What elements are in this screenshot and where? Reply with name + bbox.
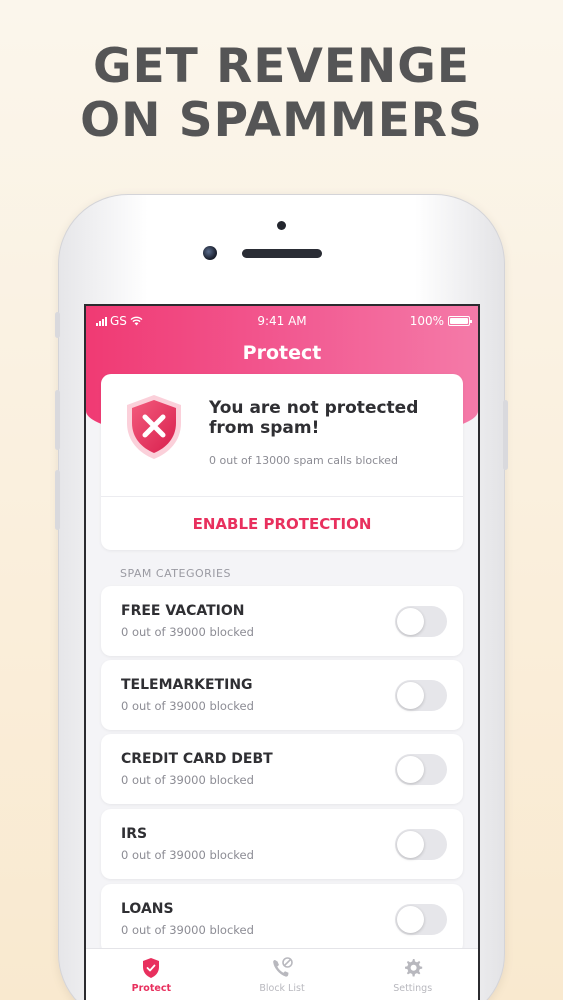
- blocked-phone-icon: [273, 957, 293, 977]
- category-subtitle: 0 out of 39000 blocked: [121, 773, 254, 787]
- phone-volume-down: [55, 470, 60, 530]
- tab-label: Block List: [259, 983, 305, 994]
- headline-line-2: ON SPAMMERS: [80, 93, 483, 148]
- battery-icon: [448, 316, 472, 326]
- tab-block-list[interactable]: Block List: [217, 949, 348, 1000]
- screen-title: Protect: [242, 342, 322, 364]
- headline-line-1: GET REVENGE: [93, 39, 470, 94]
- category-subtitle: 0 out of 39000 blocked: [121, 848, 254, 862]
- protection-status-title: You are not protected from spam!: [209, 398, 419, 438]
- shield-icon: [143, 958, 160, 978]
- status-right: 100%: [409, 314, 472, 328]
- protection-status-card: You are not protected from spam! 0 out o…: [101, 374, 463, 550]
- toggle-knob: [397, 906, 424, 933]
- category-subtitle: 0 out of 39000 blocked: [121, 625, 254, 639]
- category-card-telemarketing: TELEMARKETING 0 out of 39000 blocked: [101, 660, 463, 730]
- phone-sensor: [277, 221, 286, 230]
- status-bar: GS 9:41 AM 100%: [86, 314, 478, 330]
- enable-protection-button[interactable]: ENABLE PROTECTION: [101, 497, 463, 550]
- tab-label: Protect: [131, 983, 171, 994]
- category-title: LOANS: [121, 901, 174, 917]
- phone-power-button: [503, 400, 508, 470]
- category-toggle-free-vacation[interactable]: [395, 606, 447, 637]
- category-toggle-telemarketing[interactable]: [395, 680, 447, 711]
- phone-camera: [203, 246, 217, 260]
- category-toggle-loans[interactable]: [395, 904, 447, 935]
- protection-status-subtitle: 0 out of 13000 spam calls blocked: [209, 454, 398, 467]
- tab-settings[interactable]: Settings: [347, 949, 478, 1000]
- category-title: CREDIT CARD DEBT: [121, 751, 273, 767]
- phone-speaker: [242, 249, 322, 258]
- category-card-loans: LOANS 0 out of 39000 blocked: [101, 884, 463, 954]
- category-card-free-vacation: FREE VACATION 0 out of 39000 blocked: [101, 586, 463, 656]
- category-title: FREE VACATION: [121, 603, 245, 619]
- tab-protect[interactable]: Protect: [86, 949, 217, 1000]
- battery-percent: 100%: [409, 314, 444, 328]
- category-toggle-irs[interactable]: [395, 829, 447, 860]
- toggle-knob: [397, 756, 424, 783]
- shield-x-icon: [127, 395, 181, 459]
- category-card-irs: IRS 0 out of 39000 blocked: [101, 809, 463, 879]
- category-card-credit-card-debt: CREDIT CARD DEBT 0 out of 39000 blocked: [101, 734, 463, 804]
- phone-mute-switch: [55, 312, 60, 338]
- toggle-knob: [397, 831, 424, 858]
- category-subtitle: 0 out of 39000 blocked: [121, 923, 254, 937]
- headline: GET REVENGE ON SPAMMERS: [0, 40, 563, 148]
- category-title: TELEMARKETING: [121, 677, 253, 693]
- tab-bar: Protect Block List Settings: [86, 948, 478, 1000]
- phone-volume-up: [55, 390, 60, 450]
- app-screen: GS 9:41 AM 100% Protect You are not prot…: [84, 304, 480, 1000]
- tab-label: Settings: [393, 983, 433, 994]
- toggle-knob: [397, 608, 424, 635]
- gear-icon: [404, 959, 422, 977]
- category-title: IRS: [121, 826, 148, 842]
- category-toggle-credit-card-debt[interactable]: [395, 754, 447, 785]
- toggle-knob: [397, 682, 424, 709]
- category-subtitle: 0 out of 39000 blocked: [121, 699, 254, 713]
- section-label-spam-categories: SPAM CATEGORIES: [120, 567, 231, 580]
